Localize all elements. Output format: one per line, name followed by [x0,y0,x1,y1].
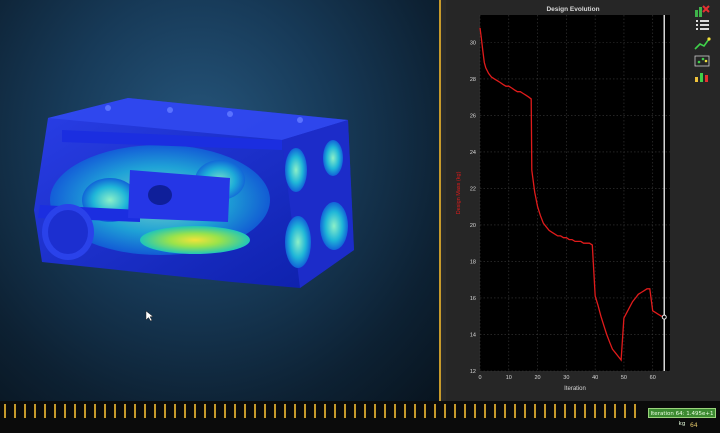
timeline-tick[interactable] [114,404,116,418]
timeline-tick[interactable] [494,404,496,418]
timeline-tick[interactable] [334,404,336,418]
timeline-tick[interactable] [274,404,276,418]
timeline-tick[interactable] [184,404,186,418]
timeline-tick[interactable] [224,404,226,418]
x-tick-label: 40 [592,375,598,381]
timeline-tick[interactable] [444,404,446,418]
timeline-tick[interactable] [544,404,546,418]
chart-toolbar [686,0,720,401]
y-tick-label: 12 [470,369,476,375]
timeline-tick[interactable] [424,404,426,418]
timeline-tick[interactable] [464,404,466,418]
timeline-tick[interactable] [584,404,586,418]
line-chart-icon[interactable] [691,36,713,52]
timeline-tick[interactable] [54,404,56,418]
timeline-tick[interactable] [624,404,626,418]
timeline-tick[interactable] [374,404,376,418]
timeline-tick[interactable] [4,404,6,418]
timeline-tick[interactable] [74,404,76,418]
x-tick-label: 30 [563,375,569,381]
timeline-tick[interactable] [634,404,636,418]
timeline-tick[interactable] [564,404,566,418]
y-tick-label: 30 [470,40,476,46]
chart-title: Design Evolution [546,6,599,13]
current-iteration-point [661,314,667,320]
timeline-tick[interactable] [174,404,176,418]
x-tick-label: 10 [506,375,512,381]
scatter-chart-icon[interactable] [691,53,713,69]
timeline-tick[interactable] [264,404,266,418]
timeline-tick[interactable] [284,404,286,418]
timeline-tick[interactable] [324,404,326,418]
timeline-tick[interactable] [254,404,256,418]
timeline-tick[interactable] [314,404,316,418]
timeline-tick[interactable] [604,404,606,418]
timeline-tick[interactable] [194,404,196,418]
design-evolution-panel: 12 14 16 18 20 22 24 26 28 30 0 10 20 30 40 50 60 Desig… [446,0,686,401]
y-tick-label: 18 [470,259,476,265]
timeline-tick[interactable] [214,404,216,418]
timeline-tick[interactable] [204,404,206,418]
timeline-tick[interactable] [44,404,46,418]
bar-chart-icon[interactable] [691,69,713,85]
timeline-tick[interactable] [144,404,146,418]
timeline-tick[interactable] [514,404,516,418]
timeline-tick[interactable] [234,404,236,418]
timeline-tick[interactable] [34,404,36,418]
frame-number: 64 [690,422,698,429]
timeline-tick[interactable] [504,404,506,418]
timeline-tick[interactable] [24,404,26,418]
x-tick-label: 0 [478,375,481,381]
timeline-tick[interactable] [294,404,296,418]
timeline-tick[interactable] [134,404,136,418]
list-icon[interactable] [691,17,713,33]
timeline-tick[interactable] [354,404,356,418]
timeline-tick[interactable] [474,404,476,418]
timeline-tick[interactable] [104,404,106,418]
timeline-tick[interactable] [394,404,396,418]
y-tick-label: 14 [470,332,476,338]
y-tick-label: 28 [470,77,476,83]
timeline-tick[interactable] [344,404,346,418]
timeline-tick[interactable] [594,404,596,418]
y-tick-label: 24 [470,150,476,156]
x-tick-label: 20 [535,375,541,381]
timeline-tick[interactable] [124,404,126,418]
iteration-timeline[interactable] [0,401,720,433]
mouse-cursor [145,310,154,322]
timeline-tick[interactable] [454,404,456,418]
x-axis-label: Iteration [564,386,586,392]
y-tick-label: 16 [470,296,476,302]
timeline-tick[interactable] [244,404,246,418]
timeline-tick[interactable] [364,404,366,418]
y-tick-label: 26 [470,113,476,119]
design-viewport[interactable] [0,0,441,401]
timeline-tick[interactable] [14,404,16,418]
timeline-tick[interactable] [404,404,406,418]
timeline-tick[interactable] [84,404,86,418]
timeline-tick[interactable] [484,404,486,418]
y-tick-label: 22 [470,186,476,192]
y-axis-label: Design Mass (kg) [456,171,462,214]
timeline-tick[interactable] [414,404,416,418]
x-tick-label: 60 [650,375,656,381]
timeline-tick[interactable] [614,404,616,418]
timeline-tick[interactable] [94,404,96,418]
timeline-tick[interactable] [384,404,386,418]
y-tick-label: 20 [470,223,476,229]
timeline-tick[interactable] [554,404,556,418]
timeline-tick[interactable] [434,404,436,418]
timeline-tick[interactable] [534,404,536,418]
timeline-tick[interactable] [574,404,576,418]
timeline-tick[interactable] [64,404,66,418]
timeline-tick[interactable] [524,404,526,418]
iteration-badge: Iteration 64: 1.495e+1 kg [648,408,716,427]
design-evolution-chart: 12 14 16 18 20 22 24 26 28 30 0 10 20 30 40 50 60 Desig… [446,0,686,401]
timeline-tick[interactable] [164,404,166,418]
timeline-ticks[interactable] [0,404,645,420]
x-tick-label: 50 [621,375,627,381]
timeline-tick[interactable] [304,404,306,418]
part-model [34,98,354,322]
timeline-tick[interactable] [154,404,156,418]
